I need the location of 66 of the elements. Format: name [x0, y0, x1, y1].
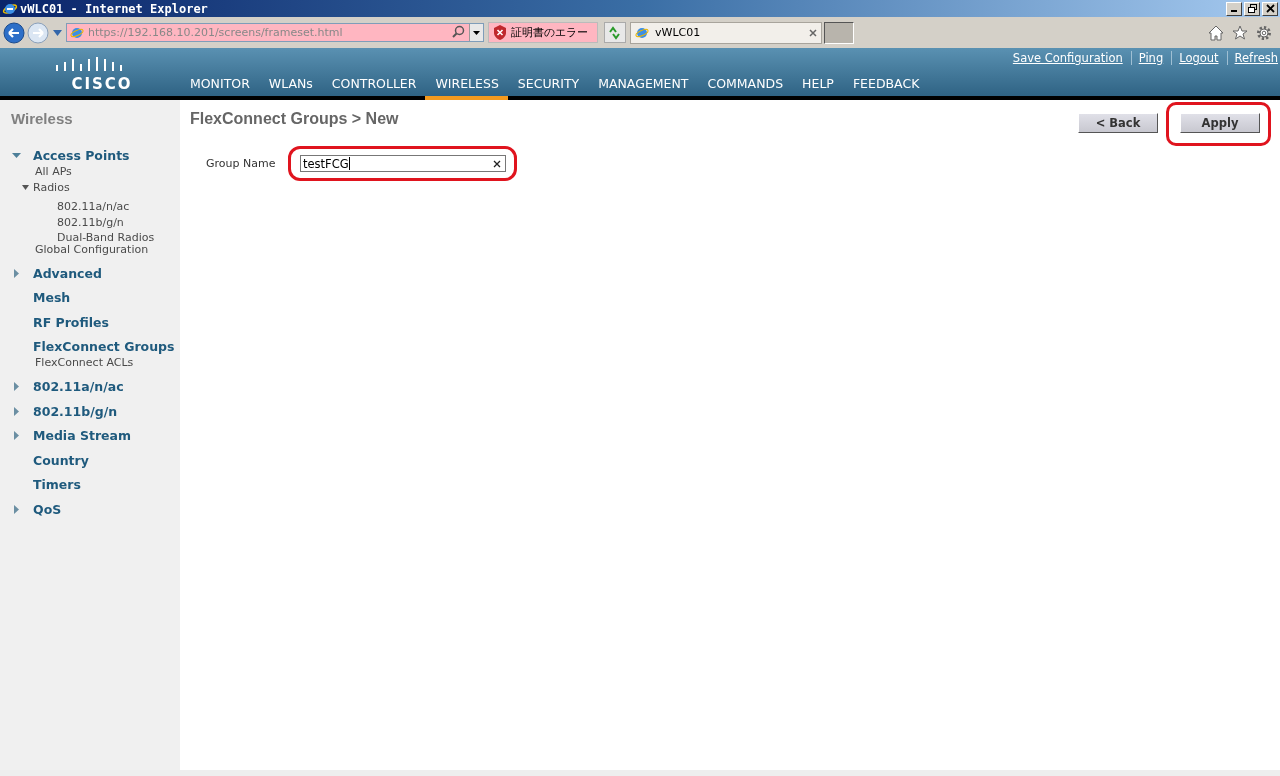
close-icon — [1265, 4, 1275, 13]
field-label: Group Name — [206, 157, 277, 170]
menu-tab[interactable]: MONITOR — [180, 76, 259, 100]
home-icon[interactable] — [1208, 24, 1224, 41]
sidebar-section-link[interactable]: Access Points — [33, 148, 130, 163]
collapsed-arrow-icon[interactable] — [12, 382, 21, 391]
address-dropdown-icon[interactable] — [469, 24, 483, 41]
menu-tab[interactable]: MANAGEMENT — [588, 76, 698, 100]
sidebar-section-link[interactable]: Media Stream — [33, 428, 132, 443]
menu-tab[interactable]: HELP — [792, 76, 843, 100]
page-button[interactable]: < Back — [1078, 113, 1158, 133]
sidebar-section-link[interactable]: Advanced — [33, 265, 102, 281]
sidebar-link[interactable]: 802.11b/g/n — [57, 215, 124, 229]
menu-tab[interactable]: SECURITY — [507, 76, 589, 100]
header-link[interactable]: Logout — [1171, 51, 1219, 65]
page-icon — [70, 25, 84, 40]
sidebar-link[interactable]: FlexConnect ACLs — [35, 356, 134, 370]
menu-tab[interactable]: CONTROLLER — [321, 76, 426, 100]
sidebar-link[interactable]: Radios — [33, 180, 70, 194]
browser-tab[interactable]: vWLC01 — [630, 21, 822, 44]
page-button[interactable]: Apply — [1180, 113, 1260, 133]
sidebar-section-link[interactable]: 802.11a/n/ac — [33, 379, 124, 394]
menu-tab[interactable]: WIRELESS — [425, 76, 508, 100]
back-button[interactable] — [3, 21, 25, 44]
close-tab-icon[interactable] — [809, 28, 817, 37]
sidebar-title: Wireless — [10, 110, 74, 127]
collapsed-arrow-icon[interactable] — [12, 431, 21, 440]
header-link[interactable]: Save Configuration — [1012, 51, 1123, 65]
menu-tab[interactable]: FEEDBACK — [842, 76, 929, 100]
history-dropdown-icon[interactable] — [53, 29, 62, 36]
certificate-error-button[interactable]: 証明書のエラー — [488, 22, 598, 43]
input-field[interactable]: testFCG — [300, 155, 506, 172]
page-icon — [635, 25, 649, 40]
page-title: FlexConnect Groups > New — [190, 110, 399, 128]
collapsed-arrow-icon[interactable] — [12, 268, 21, 278]
sidebar-section-link[interactable]: Timers — [33, 477, 81, 492]
restore-icon — [1247, 4, 1257, 13]
sidebar-section-link[interactable]: 802.11b/g/n — [33, 403, 118, 419]
settings-icon[interactable] — [1256, 24, 1272, 41]
sidebar-link[interactable]: Dual-Band Radios — [57, 231, 155, 244]
logo-text: CISCO — [70, 75, 133, 93]
header-link[interactable]: Ping — [1130, 51, 1164, 65]
menu-tab[interactable]: WLANs — [258, 76, 322, 100]
window-title: vWLC01 - Internet Explorer — [20, 1, 208, 16]
star-icon[interactable] — [1232, 24, 1248, 41]
sidebar-section-link[interactable]: FlexConnect Groups — [33, 339, 175, 354]
sidebar-link[interactable]: Global Configuration — [35, 242, 149, 256]
sidebar-link[interactable]: 802.11a/n/ac — [57, 200, 130, 213]
close-button[interactable] — [1262, 1, 1278, 16]
expanded-arrow-icon[interactable] — [22, 183, 29, 191]
sidebar-section-link[interactable]: Country — [33, 452, 89, 468]
collapsed-arrow-icon[interactable] — [12, 504, 21, 514]
shield-icon — [493, 25, 507, 40]
cisco-bars-icon — [56, 57, 124, 73]
clear-icon[interactable] — [493, 159, 501, 168]
sidebar-section-link[interactable]: RF Profiles — [33, 314, 109, 330]
sidebar-link[interactable]: All APs — [35, 165, 72, 179]
new-tab-button[interactable] — [824, 21, 854, 44]
header-link[interactable]: Refresh — [1226, 51, 1278, 65]
minimize-button[interactable] — [1226, 1, 1242, 16]
menu-tab[interactable]: COMMANDS — [697, 76, 793, 100]
collapsed-arrow-icon[interactable] — [12, 406, 21, 416]
sidebar-section-link[interactable]: QoS — [33, 501, 62, 517]
sidebar-section-link[interactable]: Mesh — [33, 290, 71, 305]
expanded-arrow-icon[interactable] — [12, 151, 21, 160]
restore-button[interactable] — [1244, 1, 1260, 16]
